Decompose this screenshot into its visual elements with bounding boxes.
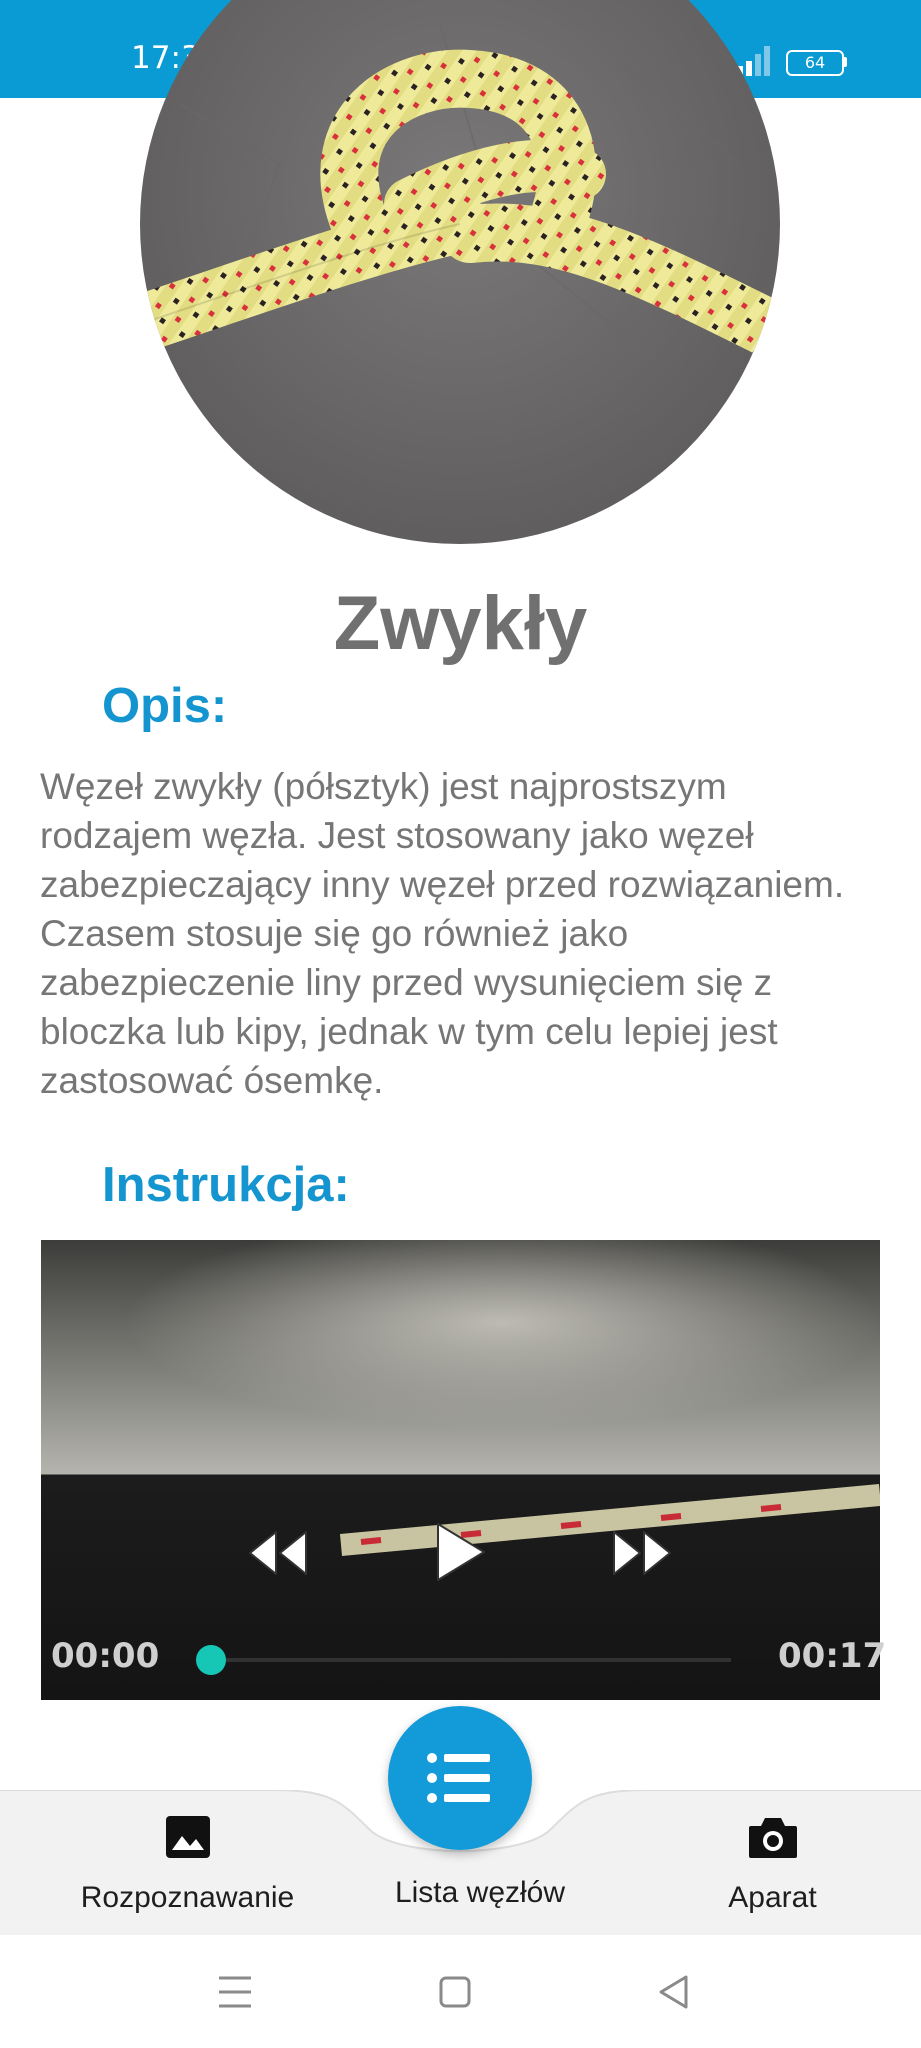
camera-icon bbox=[748, 1818, 797, 1858]
play-icon[interactable] bbox=[432, 1520, 488, 1584]
knot-list-fab[interactable] bbox=[388, 1706, 532, 1850]
knot-description: Węzeł zwykły (półsztyk) jest najprostszy… bbox=[40, 766, 845, 1101]
fast-forward-icon[interactable] bbox=[610, 1528, 674, 1578]
nav-item-camera[interactable]: Aparat bbox=[680, 1814, 865, 1915]
knot-title: Zwykły bbox=[333, 581, 588, 666]
back-icon[interactable] bbox=[657, 1974, 689, 2010]
menu-icon[interactable] bbox=[217, 1975, 253, 2009]
battery-icon: 64 bbox=[786, 50, 844, 76]
video-seek-track[interactable] bbox=[211, 1658, 731, 1662]
nav-label-camera: Aparat bbox=[728, 1881, 817, 1914]
instruction-heading: Instrukcja: bbox=[102, 1158, 350, 1212]
nav-item-knot-list[interactable]: Lista węzłów bbox=[360, 1860, 600, 1910]
rewind-icon[interactable] bbox=[246, 1528, 310, 1578]
nav-item-recognition[interactable]: Rozpoznawanie bbox=[60, 1814, 315, 1915]
nav-label-recognition: Rozpoznawanie bbox=[80, 1881, 295, 1914]
battery-tip bbox=[843, 57, 847, 67]
video-duration: 00:17 bbox=[778, 1636, 887, 1676]
video-current-time: 00:00 bbox=[51, 1636, 160, 1676]
knot-photo bbox=[140, 0, 780, 544]
signal-icon bbox=[737, 46, 770, 76]
description-heading: Opis: bbox=[102, 679, 228, 733]
video-seek-thumb[interactable] bbox=[196, 1645, 226, 1675]
list-icon bbox=[427, 1753, 490, 1803]
battery-level: 64 bbox=[804, 53, 826, 72]
nav-label-knot-list: Lista węzłów bbox=[394, 1876, 566, 1909]
image-icon bbox=[165, 1816, 210, 1858]
home-icon[interactable] bbox=[439, 1976, 471, 2008]
instruction-video[interactable] bbox=[41, 1240, 880, 1700]
